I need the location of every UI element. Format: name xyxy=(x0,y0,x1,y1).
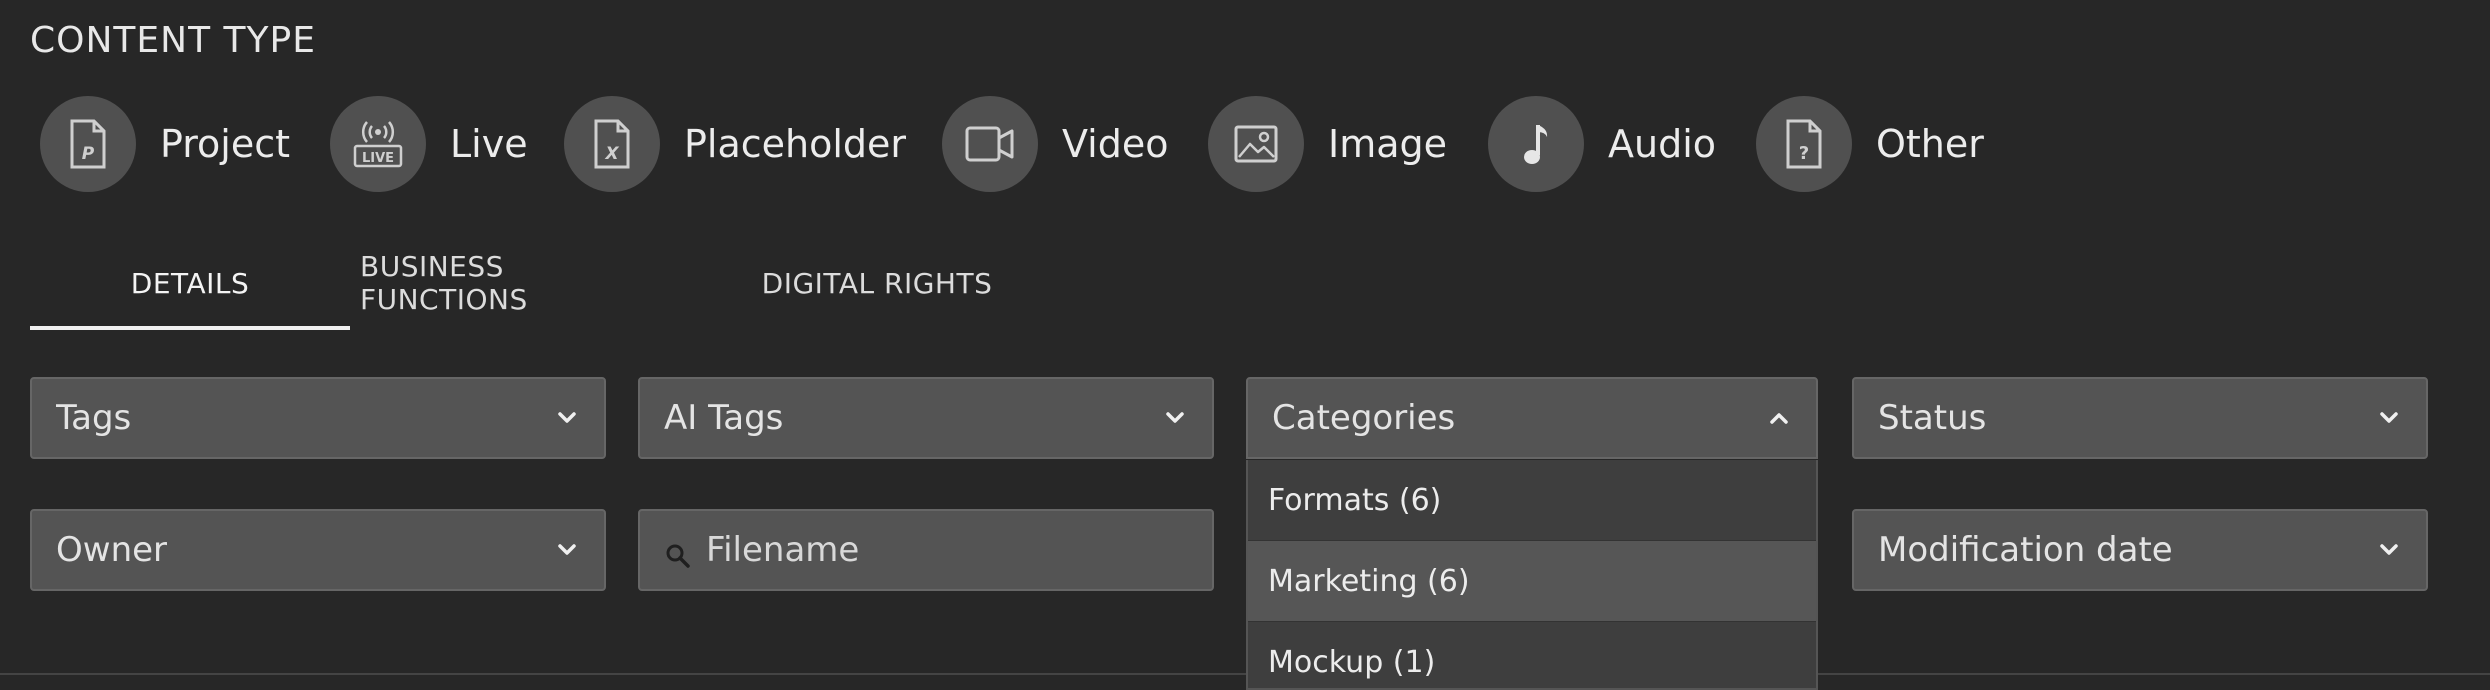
content-type-label: Live xyxy=(450,122,528,166)
svg-text:P: P xyxy=(82,144,95,164)
content-type-label: Placeholder xyxy=(684,122,907,166)
tab-details[interactable]: DETAILS xyxy=(30,240,350,330)
ai-tags-select-label: AI Tags xyxy=(664,398,784,438)
chevron-down-icon xyxy=(1166,412,1184,423)
categories-select-label: Categories xyxy=(1272,398,1456,438)
project-file-icon: P xyxy=(40,96,136,192)
video-camera-icon xyxy=(942,96,1038,192)
owner-select[interactable]: Owner xyxy=(30,509,606,591)
content-type-live[interactable]: LIVE Live xyxy=(330,96,528,192)
modification-date-select-label: Modification date xyxy=(1878,530,2173,570)
tags-select-label: Tags xyxy=(56,398,132,438)
content-type-other[interactable]: ? Other xyxy=(1756,96,1984,192)
content-type-image[interactable]: Image xyxy=(1208,96,1447,192)
chevron-down-icon xyxy=(2380,412,2398,423)
ai-tags-select[interactable]: AI Tags xyxy=(638,377,1214,459)
status-select[interactable]: Status xyxy=(1852,377,2428,459)
unknown-file-icon: ? xyxy=(1756,96,1852,192)
live-broadcast-icon: LIVE xyxy=(330,96,426,192)
category-option-mockup[interactable]: Mockup (1) xyxy=(1248,622,1816,688)
content-type-label: Other xyxy=(1876,122,1984,166)
divider xyxy=(0,673,2490,675)
chevron-down-icon xyxy=(558,544,576,555)
status-select-label: Status xyxy=(1878,398,1987,438)
modification-date-select[interactable]: Modification date xyxy=(1852,509,2428,591)
content-type-project[interactable]: P Project xyxy=(40,96,290,192)
content-type-label: Audio xyxy=(1608,122,1717,166)
search-icon xyxy=(666,544,690,568)
tags-select[interactable]: Tags xyxy=(30,377,606,459)
tab-digital-rights[interactable]: DIGITAL RIGHTS xyxy=(742,240,1012,326)
chevron-down-icon xyxy=(558,412,576,423)
content-type-title: CONTENT TYPE xyxy=(30,20,316,61)
tab-business-functions[interactable]: BUSINESS FUNCTIONS xyxy=(360,240,672,326)
content-type-label: Video xyxy=(1062,122,1169,166)
chevron-down-icon xyxy=(2380,544,2398,555)
music-note-icon xyxy=(1488,96,1584,192)
svg-text:?: ? xyxy=(1799,143,1809,164)
owner-select-label: Owner xyxy=(56,530,168,570)
filename-placeholder: Filename xyxy=(706,530,860,570)
filename-search-input[interactable]: Filename xyxy=(638,509,1214,591)
image-icon xyxy=(1208,96,1304,192)
placeholder-file-icon: X xyxy=(564,96,660,192)
svg-text:LIVE: LIVE xyxy=(362,151,394,166)
content-type-audio[interactable]: Audio xyxy=(1488,96,1716,192)
content-type-placeholder[interactable]: X Placeholder xyxy=(564,96,906,192)
category-option-marketing[interactable]: Marketing (6) xyxy=(1248,541,1816,622)
categories-dropdown-menu: Formats (6) Marketing (6) Mockup (1) xyxy=(1246,460,1818,690)
svg-text:X: X xyxy=(604,144,619,164)
content-type-video[interactable]: Video xyxy=(942,96,1168,192)
content-type-label: Image xyxy=(1328,122,1448,166)
categories-select[interactable]: Categories xyxy=(1246,377,1818,459)
content-type-label: Project xyxy=(160,122,291,166)
chevron-up-icon xyxy=(1770,413,1788,424)
category-option-formats[interactable]: Formats (6) xyxy=(1248,460,1816,541)
